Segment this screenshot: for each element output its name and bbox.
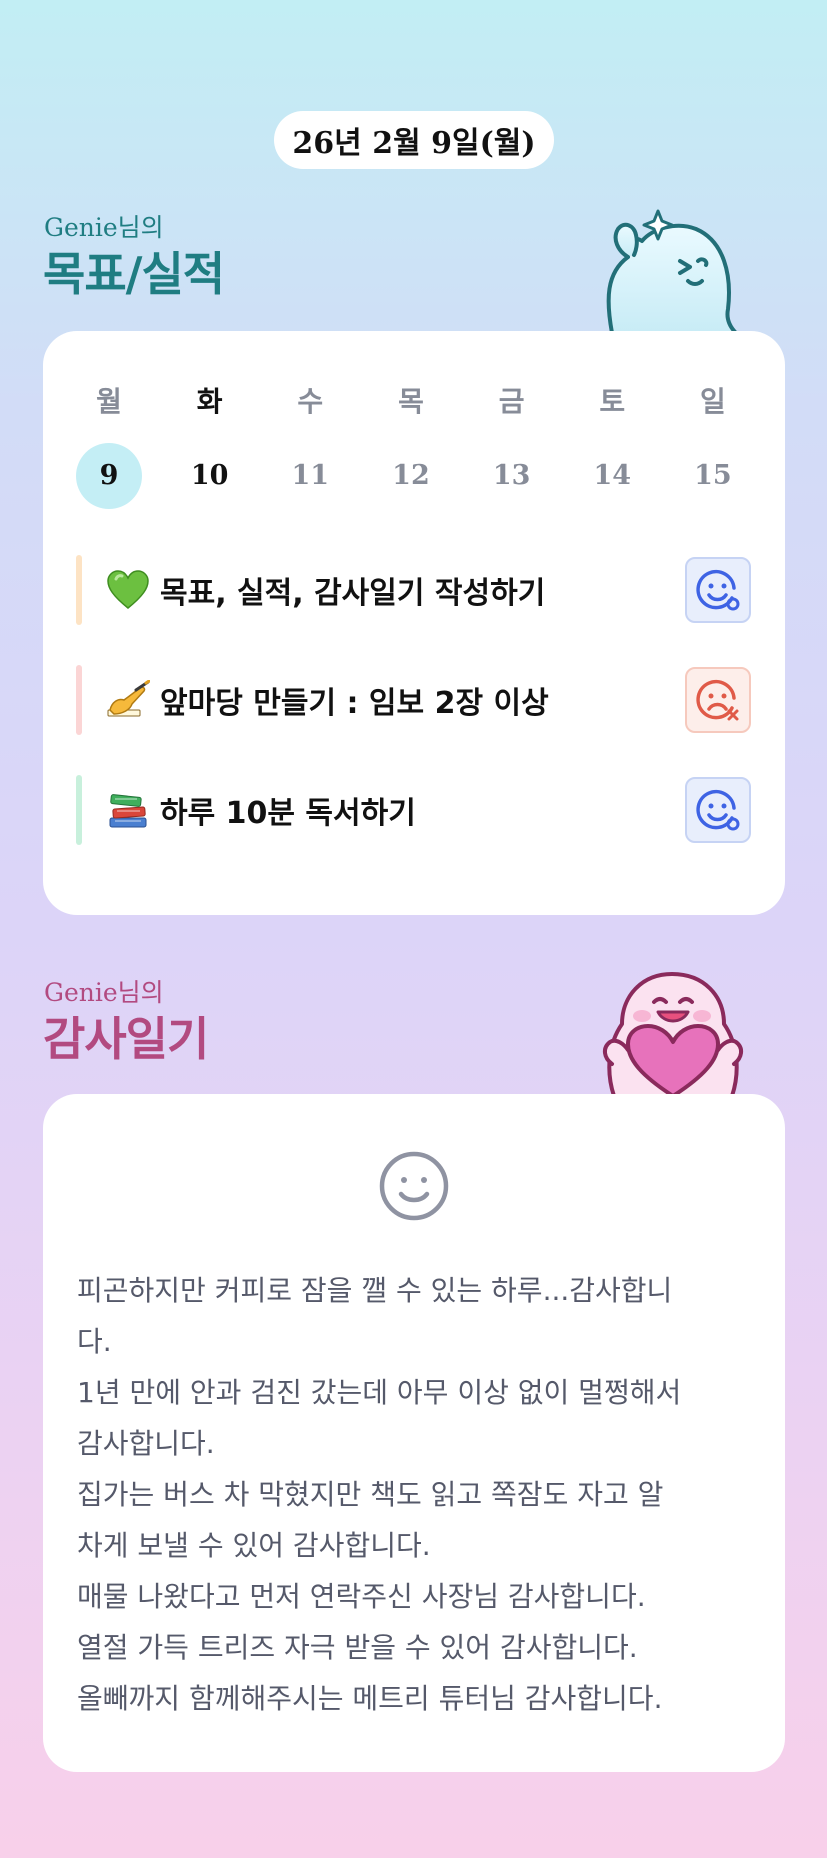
diary-line: 감사합니다. [77,1427,215,1460]
goal-item[interactable]: 하루 10분 독서하기 [76,775,751,845]
weekday-label: 목 [398,385,424,418]
day-cell[interactable]: 11 [277,443,343,509]
goal-text: 목표, 실적, 감사일기 작성하기 [160,576,546,611]
writing-hand-icon [106,680,150,720]
goal-text: 하루 10분 독서하기 [160,796,416,831]
day-cell-selected[interactable]: 9 [76,443,142,509]
diary-line: 집가는 버스 차 막혔지만 책도 읽고 쪽잠도 자고 알 [77,1478,664,1511]
day-cell[interactable]: 14 [579,443,645,509]
goal-color-bar [76,665,82,735]
status-frown-icon[interactable] [685,667,751,733]
diary-line: 매물 나왔다고 먼저 연락주신 사장님 감사합니다. [77,1580,646,1613]
goal-item[interactable]: 앞마당 만들기 : 임보 2장 이상 [76,665,751,735]
goal-color-bar [76,555,82,625]
diary-line: 1년 만에 안과 검진 갔는데 아무 이상 없이 멀쩡해서 [77,1376,682,1409]
mascot-thumbs-up-icon [606,209,738,333]
goal-item[interactable]: 목표, 실적, 감사일기 작성하기 [76,555,751,625]
status-smile-icon[interactable] [685,777,751,843]
weekday-label: 일 [700,385,726,418]
smile-face-icon [379,1151,449,1221]
weekday-label: 금 [498,385,525,418]
gratitude-text: 피곤하지만 커피로 잠을 깰 수 있는 하루...감사합니 다. 1년 만에 안… [77,1265,757,1724]
goals-title: 목표/실적 [43,247,225,301]
diary-line: 올빼까지 함께해주시는 메트리 튜터님 감사합니다. [77,1682,663,1715]
weekday-label: 토 [599,385,626,418]
weekday-label: 월 [96,385,122,418]
status-smile-icon[interactable] [685,557,751,623]
mascot-heart-hug-icon [603,972,743,1096]
diary-line: 차게 보낼 수 있어 감사합니다. [77,1529,431,1562]
diary-line: 열절 가득 트리즈 자극 받을 수 있어 감사합니다. [77,1631,638,1664]
books-icon [106,790,150,830]
day-cell[interactable]: 10 [177,443,243,509]
goal-text: 앞마당 만들기 : 임보 2장 이상 [160,686,549,721]
goal-color-bar [76,775,82,845]
day-cell[interactable]: 13 [479,443,545,509]
date-pill: 26년 2월 9일(월) [274,111,554,169]
date-row: 9 10 11 12 13 14 15 [76,443,746,509]
green-heart-icon [106,570,150,610]
diary-line: 다. [77,1325,112,1358]
diary-line: 피곤하지만 커피로 잠을 깰 수 있는 하루...감사합니 [77,1274,673,1307]
day-cell[interactable]: 15 [680,443,746,509]
weekday-row: 월 화 수 목 금 토 일 [76,380,746,420]
day-cell[interactable]: 12 [378,443,444,509]
gratitude-title: 감사일기 [43,1012,209,1066]
weekday-label: 수 [297,385,324,418]
weekday-label: 화 [196,385,223,418]
date-label: 26년 2월 9일(월) [292,126,536,161]
